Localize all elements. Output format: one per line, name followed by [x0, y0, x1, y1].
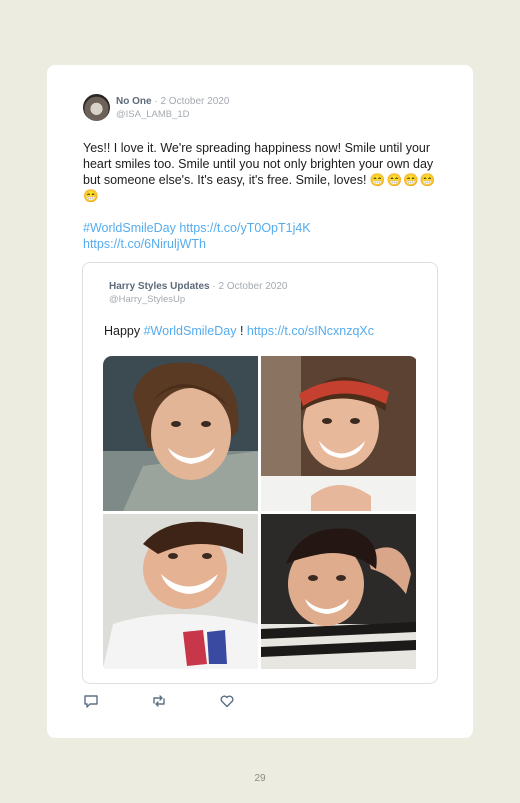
like-icon[interactable] — [219, 693, 235, 709]
photo-grid — [103, 356, 418, 672]
tweet-card: No One · 2 October 2020 @ISA_LAMB_1D Yes… — [47, 65, 473, 738]
separator-dot: · — [154, 95, 158, 107]
quoted-text-prefix: Happy — [104, 324, 144, 338]
page-number: 29 — [254, 773, 266, 784]
avatar[interactable] — [83, 94, 110, 121]
photo-bottom-right[interactable] — [261, 514, 416, 669]
quoted-author-handle[interactable]: @Harry_StylesUp — [109, 293, 287, 306]
quoted-hashtag-link[interactable]: #WorldSmileDay — [144, 324, 237, 338]
reply-icon[interactable] — [83, 693, 99, 709]
photo-top-right[interactable] — [261, 356, 416, 511]
quoted-url-link[interactable]: https://t.co/sINcxnzqXc — [247, 324, 374, 338]
author-meta: No One · 2 October 2020 @ISA_LAMB_1D — [116, 95, 229, 121]
author-name[interactable]: No One — [116, 96, 152, 107]
tweet-body: Yes!! I love it. We're spreading happine… — [83, 140, 443, 252]
retweet-icon[interactable] — [151, 693, 167, 709]
quoted-tweet-date[interactable]: 2 October 2020 — [219, 281, 288, 292]
photo-bottom-left[interactable] — [103, 514, 258, 669]
tweet-links: #WorldSmileDay https://t.co/yT0OpT1j4K h… — [83, 220, 443, 252]
author-handle[interactable]: @ISA_LAMB_1D — [116, 108, 229, 121]
url-link-1[interactable]: https://t.co/yT0OpT1j4K — [179, 221, 310, 235]
photo-top-left[interactable] — [103, 356, 258, 511]
tweet-actions — [83, 693, 235, 709]
quoted-tweet-text: Happy #WorldSmileDay ! https://t.co/sINc… — [104, 324, 374, 338]
quoted-tweet-header: Harry Styles Updates · 2 October 2020 @H… — [109, 280, 287, 306]
tweet-header: No One · 2 October 2020 @ISA_LAMB_1D — [83, 94, 229, 121]
tweet-date[interactable]: 2 October 2020 — [160, 96, 229, 107]
hashtag-link[interactable]: #WorldSmileDay — [83, 221, 176, 235]
quoted-author-name[interactable]: Harry Styles Updates — [109, 281, 210, 292]
url-link-2[interactable]: https://t.co/6NiruljWTh — [83, 237, 206, 251]
quoted-separator-dot: · — [212, 281, 216, 292]
quoted-tweet[interactable]: Harry Styles Updates · 2 October 2020 @H… — [82, 262, 438, 684]
quoted-text-middle: ! — [236, 324, 247, 338]
